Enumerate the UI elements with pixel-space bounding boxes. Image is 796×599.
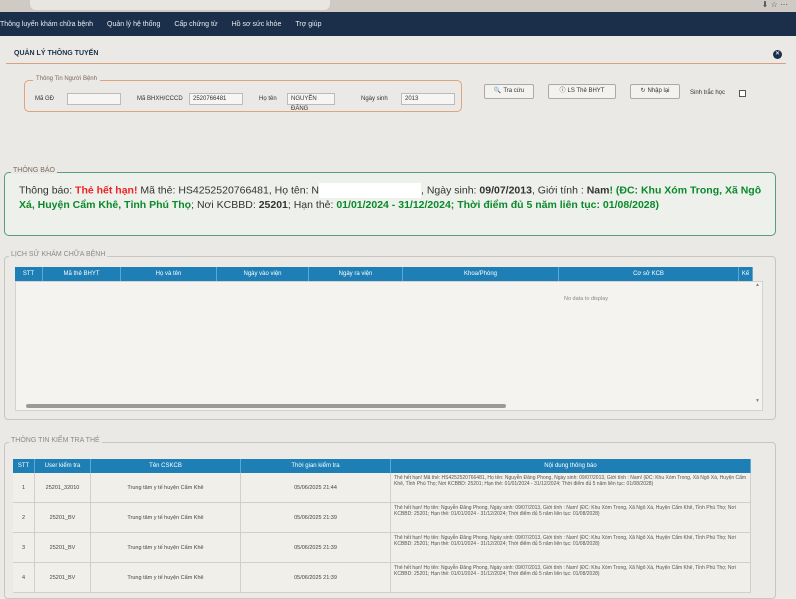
notice-dob: 09/07/2013: [479, 184, 532, 197]
search-icon: 🔍: [493, 88, 502, 94]
notice-dob-label: , Ngày sinh:: [421, 184, 480, 197]
cell-stt: 2: [13, 503, 35, 532]
col-ho-ten[interactable]: Họ và tên: [121, 267, 217, 281]
cell-time: 05/06/2025 21:39: [241, 533, 391, 562]
ma-gd-label: Mã GĐ: [35, 96, 55, 102]
biometric-checkbox[interactable]: [739, 90, 746, 97]
cell-cskcb: Trung tâm y tế huyện Cẩm Khê: [91, 563, 241, 592]
nav-item-trogiup[interactable]: Trợ giúp: [295, 21, 321, 28]
notice-message: Thông báo: Thẻ hết hạn! Mã thẻ: HS425252…: [19, 183, 769, 213]
horizontal-scrollbar[interactable]: [26, 404, 506, 408]
col-stt[interactable]: STT: [15, 267, 43, 281]
redacted-name: [319, 183, 422, 198]
main-page: QUẢN LÝ THÔNG TUYẾN ✕ Thông Tin Người Bệ…: [0, 36, 796, 599]
biometric-label: Sinh trắc học: [690, 90, 726, 96]
nav-item-captungtu[interactable]: Cấp chứng từ: [174, 21, 217, 28]
card-history-button[interactable]: ⓘ LS Thẻ BHYT: [548, 84, 616, 99]
cell-message: Thẻ hết hạn! Họ tên: Nguyễn Đăng Phong, …: [391, 533, 751, 563]
close-icon[interactable]: ✕: [773, 50, 782, 59]
nav-item-khambenh[interactable]: Thông luyến khám chữa bệnh: [0, 21, 93, 28]
ho-ten-input[interactable]: NGUYỄN ĐĂNG: [287, 93, 335, 112]
cell-time: 05/06/2025 21:39: [241, 563, 391, 592]
search-button[interactable]: 🔍 Tra cứu: [484, 84, 534, 99]
cell-time: 05/06/2025 21:44: [241, 473, 391, 502]
nav-item-hoso[interactable]: Hồ sơ sức khỏe: [232, 21, 282, 28]
notice-gender-label: , Giới tính :: [531, 184, 587, 197]
scroll-down-icon[interactable]: ▼: [755, 398, 760, 404]
card-check-panel: THÔNG TIN KIỂM TRA THẺ STT User kiểm tra…: [4, 437, 776, 599]
notice-card-info: Mã thẻ: HS4252520766481, Họ tên: N: [137, 184, 320, 197]
reset-button-label: Nhập lại: [647, 88, 670, 94]
cell-message: Thẻ hết hạn! Họ tên: Nguyễn Đăng Phong, …: [391, 503, 751, 533]
cell-stt: 1: [13, 473, 35, 502]
col-noidung[interactable]: Nội dung thông báo: [391, 459, 751, 473]
col-thoigian[interactable]: Thời gian kiểm tra: [241, 459, 391, 473]
col-ma-the[interactable]: Mã thẻ BHYT: [43, 267, 121, 281]
patient-search-panel: Thông Tin Người Bệnh Mã GĐ Mã BHXH/CCCD …: [24, 76, 462, 112]
card-history-label: LS Thẻ BHYT: [567, 88, 605, 94]
cell-user: 25201_BV: [35, 533, 91, 562]
history-table-header: STT Mã thẻ BHYT Họ và tên Ngày vào viện …: [15, 267, 753, 281]
ma-bhxh-input[interactable]: 2520766481: [189, 93, 243, 105]
browser-icons: ⬇ ☆ ⋯: [761, 0, 788, 9]
col-ke[interactable]: Kế: [739, 267, 753, 281]
top-navbar: Thông luyến khám chữa bệnh Quản lý hệ th…: [0, 12, 796, 36]
notice-gender: Nam: [586, 184, 610, 197]
no-data-text: No data to display: [564, 296, 609, 302]
cell-user: 25201_32010: [35, 473, 91, 502]
status-expired: Thẻ hết hạn!: [75, 184, 138, 197]
col-khoa[interactable]: Khoa/Phòng: [403, 267, 559, 281]
browser-chrome: ⬇ ☆ ⋯: [0, 0, 796, 12]
ngay-sinh-label: Ngày sinh: [361, 96, 388, 102]
cell-cskcb: Trung tâm y tế huyện Cẩm Khê: [91, 473, 241, 502]
cell-time: 05/06/2025 21:39: [241, 503, 391, 532]
cell-cskcb: Trung tâm y tế huyện Cẩm Khê: [91, 503, 241, 532]
notice-legend: THÔNG BÁO: [11, 167, 58, 174]
notice-validity: 01/01/2024 - 31/12/2024: [336, 199, 451, 212]
info-icon: ⓘ: [559, 88, 566, 94]
ma-gd-input[interactable]: [67, 93, 121, 105]
notice-validity-label: ; Hạn thẻ:: [287, 199, 337, 212]
history-grid: No data to display ▲ ▼: [15, 281, 763, 411]
nav-item-quanly[interactable]: Quản lý hệ thống: [107, 21, 160, 28]
table-row[interactable]: 4 25201_BV Trung tâm y tế huyện Cẩm Khê …: [13, 563, 751, 593]
col-ngay-ra[interactable]: Ngày ra viện: [309, 267, 403, 281]
col-cosokcb[interactable]: Cơ sở KCB: [559, 267, 739, 281]
cell-stt: 3: [13, 533, 35, 562]
refresh-icon: ↻: [640, 88, 646, 94]
history-panel: LỊCH SỬ KHÁM CHỮA BỆNH STT Mã thẻ BHYT H…: [4, 251, 776, 420]
col-ngay-vao[interactable]: Ngày vào viện: [217, 267, 309, 281]
check-table-header: STT User kiểm tra Tên CSKCB Thời gian ki…: [13, 459, 751, 473]
col-stt[interactable]: STT: [13, 459, 35, 473]
cell-user: 25201_BV: [35, 503, 91, 532]
scroll-up-icon[interactable]: ▲: [755, 282, 760, 288]
reset-button[interactable]: ↻ Nhập lại: [630, 84, 680, 99]
col-user[interactable]: User kiểm tra: [35, 459, 91, 473]
notice-kcbbd: 25201: [258, 199, 288, 212]
notice-5year: ; Thời điểm đủ 5 năm liên tục: 01/08/202…: [450, 199, 659, 212]
cell-message: Thẻ hết hạn! Họ tên: Nguyễn Đăng Phong, …: [391, 563, 751, 593]
search-button-label: Tra cứu: [503, 88, 525, 94]
history-legend: LỊCH SỬ KHÁM CHỮA BỆNH: [9, 251, 108, 258]
notice-panel: THÔNG BÁO Thông báo: Thẻ hết hạn! Mã thẻ…: [4, 167, 776, 236]
page-titlebar: QUẢN LÝ THÔNG TUYẾN ✕: [6, 42, 786, 64]
cell-user: 25201_BV: [35, 563, 91, 592]
ngay-sinh-input[interactable]: 2013: [401, 93, 455, 105]
cell-stt: 4: [13, 563, 35, 592]
cell-message: Thẻ hết hạn! Mã thẻ: HS4252520766481, Họ…: [391, 473, 751, 503]
check-legend: THÔNG TIN KIỂM TRA THẺ: [9, 437, 102, 444]
col-cskcb[interactable]: Tên CSKCB: [91, 459, 241, 473]
notice-kcbbd-label: ; Nơi KCBBD:: [191, 199, 259, 212]
table-row[interactable]: 2 25201_BV Trung tâm y tế huyện Cẩm Khê …: [13, 503, 751, 533]
page-title: QUẢN LÝ THÔNG TUYẾN: [14, 50, 99, 57]
table-row[interactable]: 1 25201_32010 Trung tâm y tế huyện Cẩm K…: [13, 473, 751, 503]
ho-ten-label: Họ tên: [259, 96, 277, 102]
search-legend: Thông Tin Người Bệnh: [33, 76, 100, 82]
notice-prefix: Thông báo:: [19, 184, 76, 197]
cell-cskcb: Trung tâm y tế huyện Cẩm Khê: [91, 533, 241, 562]
ma-bhxh-label: Mã BHXH/CCCD: [137, 96, 183, 102]
table-row[interactable]: 3 25201_BV Trung tâm y tế huyện Cẩm Khê …: [13, 533, 751, 563]
address-bar[interactable]: [30, 0, 330, 10]
